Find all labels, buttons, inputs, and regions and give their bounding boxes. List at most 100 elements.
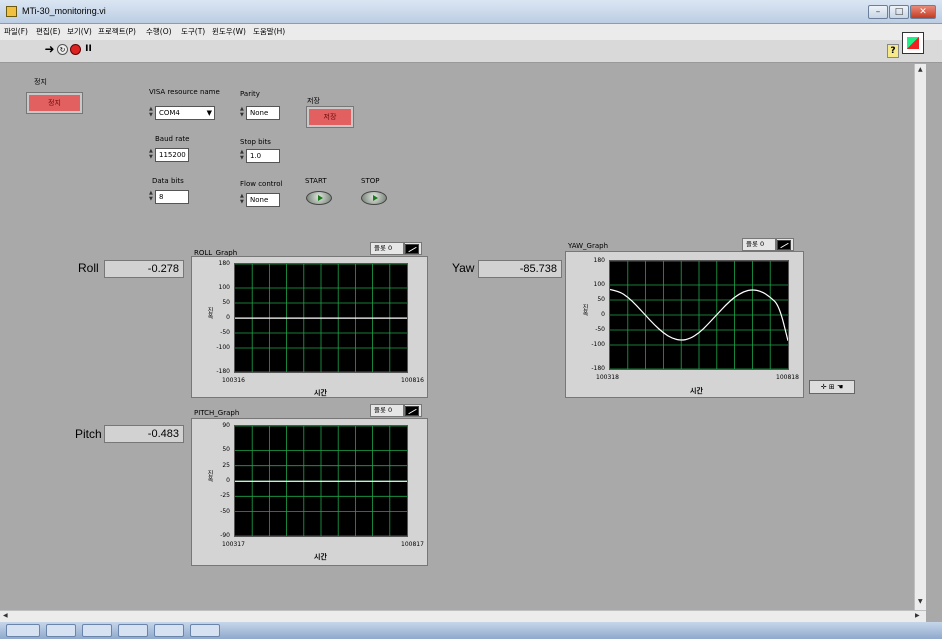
roll-plot-svg (235, 263, 407, 373)
roll-legend-swatch[interactable] (404, 242, 422, 255)
flow-spinner-icon[interactable]: ▲ ▼ (240, 193, 245, 207)
roll-ytick: -50 (220, 329, 230, 336)
menu-edit[interactable]: 편집(E) (36, 26, 60, 37)
pitch-legend[interactable]: 플롯 0 (370, 404, 404, 417)
baud-rate-field[interactable]: 115200 (155, 148, 189, 162)
yaw-label: Yaw (452, 261, 475, 275)
menu-project[interactable]: 프로젝트(P) (98, 26, 136, 37)
parity-label: Parity (240, 90, 260, 98)
help-icon[interactable]: ? (887, 44, 899, 58)
stop-bits-field[interactable]: 1.0 (246, 149, 280, 163)
start-orb-button[interactable] (6, 624, 40, 637)
yaw-ytick: 100 (593, 281, 605, 288)
pitch-ytick: 25 (222, 461, 230, 469)
yaw-xlabel: 시간 (690, 387, 703, 395)
flow-control-field[interactable]: None (246, 193, 280, 207)
parity-field[interactable]: None (246, 106, 280, 120)
yaw-ylabel: 진폭 (581, 304, 588, 316)
save-label: 저장 (307, 97, 320, 105)
scroll-right-icon[interactable]: ▶ (915, 612, 920, 619)
databits-label: Data bits (152, 177, 184, 185)
stop-label: 정지 (34, 78, 47, 86)
abort-icon[interactable] (70, 44, 81, 55)
roll-label: Roll (78, 261, 99, 275)
pitch-xmin: 100317 (222, 541, 245, 548)
visa-resource-field[interactable]: COM4 ▼ (155, 106, 215, 120)
visa-browse-icon[interactable]: ▲ ▼ (149, 106, 154, 120)
visa-resource-value: COM4 (159, 109, 180, 117)
taskbar-app-3[interactable] (118, 624, 148, 637)
yaw-plot-area (609, 260, 789, 370)
pitch-graph-title: PITCH_Graph (194, 409, 240, 417)
roll-plot-area (234, 263, 408, 373)
taskbar-app-1[interactable] (46, 624, 76, 637)
graph-palette[interactable]: ✛ ⊞ ☚ (809, 380, 855, 394)
roll-legend[interactable]: 플롯 0 (370, 242, 404, 255)
roll-xlabel: 시간 (314, 389, 327, 397)
flow-label: Flow control (240, 180, 283, 188)
yaw-ytick: -100 (591, 341, 605, 348)
pause-icon[interactable]: II (83, 44, 94, 55)
minimize-button[interactable]: – (868, 5, 888, 19)
maximize-button[interactable]: □ (889, 5, 909, 19)
yaw-legend[interactable]: 플롯 0 (742, 238, 776, 251)
scroll-up-icon[interactable]: ▲ (918, 66, 923, 73)
yaw-graph-title: YAW_Graph (568, 242, 609, 250)
taskbar (0, 622, 942, 639)
chevron-down-icon[interactable]: ▼ (207, 107, 212, 119)
run-arrow-icon[interactable]: ➜ (44, 43, 55, 55)
yaw-indicator: -85.738 (478, 260, 562, 278)
menu-help[interactable]: 도움말(H) (253, 26, 285, 37)
menu-bar: 파일(F) 편집(E) 보기(V) 프로젝트(P) 수행(O) 도구(T) 윈도… (0, 24, 942, 40)
stop2-button[interactable] (361, 191, 387, 205)
visa-label: VISA resource name (149, 88, 220, 96)
taskbar-app-4[interactable] (154, 624, 184, 637)
menu-window[interactable]: 윈도우(W) (212, 26, 246, 37)
vertical-scrollbar[interactable]: ▲ ▼ (914, 64, 926, 610)
zoom-icon[interactable]: ⊞ (829, 383, 835, 391)
scroll-down-icon[interactable]: ▼ (918, 598, 923, 605)
start-button[interactable] (306, 191, 332, 205)
yaw-legend-swatch[interactable] (776, 238, 794, 251)
baud-spinner-icon[interactable]: ▲ ▼ (149, 148, 154, 162)
data-bits-field[interactable]: 8 (155, 190, 189, 204)
window-title: MTi-30_monitoring.vi (22, 6, 106, 16)
databits-spinner-icon[interactable]: ▲ ▼ (149, 190, 154, 204)
yaw-ytick: 50 (597, 296, 605, 303)
baud-label: Baud rate (155, 135, 190, 143)
yaw-ytick: 180 (593, 257, 605, 264)
pitch-legend-label: 플롯 0 (374, 406, 393, 414)
parity-spinner-icon[interactable]: ▲ ▼ (240, 106, 245, 120)
horizontal-scrollbar[interactable]: ◀ ▶ (0, 610, 926, 622)
menu-operate[interactable]: 수행(O) (146, 26, 172, 37)
pitch-plot-area (234, 425, 408, 537)
menu-tools[interactable]: 도구(T) (181, 26, 205, 37)
run-continuously-icon[interactable]: ↻ (57, 44, 68, 55)
menu-file[interactable]: 파일(F) (4, 26, 28, 37)
pitch-label: Pitch (75, 427, 102, 441)
roll-indicator: -0.278 (104, 260, 184, 278)
taskbar-app-5[interactable] (190, 624, 220, 637)
save-button[interactable]: 저장 (306, 106, 354, 128)
yaw-xmin: 100318 (596, 374, 619, 381)
roll-ytick: 180 (218, 260, 230, 267)
close-button[interactable]: ✕ (910, 5, 936, 19)
menu-view[interactable]: 보기(V) (67, 26, 92, 37)
yaw-legend-label: 플롯 0 (746, 240, 765, 248)
stopbits-spinner-icon[interactable]: ▲ ▼ (240, 149, 245, 163)
cursor-icon[interactable]: ✛ (821, 383, 827, 391)
pitch-legend-swatch[interactable] (404, 404, 422, 417)
pitch-ytick: 50 (222, 446, 230, 454)
pitch-ylabel: 진폭 (206, 470, 213, 482)
pan-hand-icon[interactable]: ☚ (837, 383, 843, 391)
pitch-xmax: 100817 (401, 541, 424, 548)
stop-button[interactable]: 정지 (26, 92, 83, 114)
pitch-ytick: -90 (220, 532, 230, 539)
yaw-ytick: -180 (591, 365, 605, 372)
roll-ytick: 50 (222, 299, 230, 306)
yaw-ytick: -50 (595, 326, 605, 333)
scroll-left-icon[interactable]: ◀ (3, 612, 8, 619)
taskbar-app-2[interactable] (82, 624, 112, 637)
toolbar: ➜ ↻ II (0, 40, 942, 63)
roll-legend-label: 플롯 0 (374, 244, 393, 252)
